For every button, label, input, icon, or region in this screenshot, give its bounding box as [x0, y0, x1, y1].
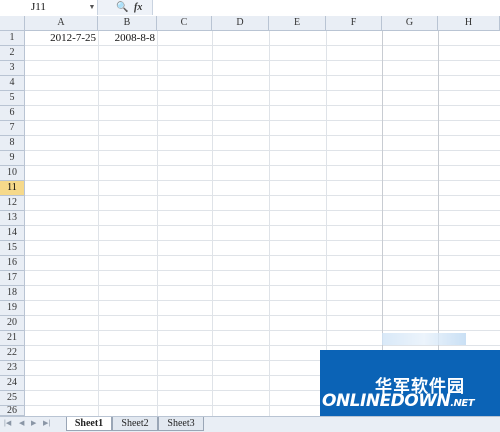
- row-header[interactable]: 7: [0, 121, 25, 136]
- select-all-corner[interactable]: [0, 16, 25, 31]
- row-header[interactable]: 20: [0, 316, 25, 331]
- watermark-suffix: .NET: [450, 398, 475, 409]
- row-header[interactable]: 26: [0, 406, 25, 416]
- row-header[interactable]: 15: [0, 241, 25, 256]
- column-header-c[interactable]: C: [157, 16, 212, 31]
- column-header-a[interactable]: A: [25, 16, 98, 31]
- row-header[interactable]: 22: [0, 346, 25, 361]
- tab-sheet2[interactable]: Sheet2: [112, 417, 158, 431]
- gridline: [98, 31, 99, 416]
- formula-bar: J11 ▼ 🔍 fx: [0, 0, 500, 17]
- row-header[interactable]: 21: [0, 331, 25, 346]
- gridline: [269, 31, 270, 416]
- row-header[interactable]: 10: [0, 166, 25, 181]
- row-header[interactable]: 14: [0, 226, 25, 241]
- zoom-icon[interactable]: 🔍: [116, 1, 128, 14]
- tab-sheet1[interactable]: Sheet1: [66, 417, 112, 431]
- row-header[interactable]: 25: [0, 391, 25, 406]
- row-header[interactable]: 1: [0, 31, 25, 46]
- row-header[interactable]: 12: [0, 196, 25, 211]
- column-header-b[interactable]: B: [98, 16, 157, 31]
- row-header[interactable]: 5: [0, 91, 25, 106]
- first-sheet-icon[interactable]: |◀: [4, 419, 11, 429]
- row-header-active[interactable]: 11: [0, 181, 25, 196]
- watermark-brand-text: ONLINEDOWN: [322, 391, 451, 411]
- row-header[interactable]: 16: [0, 256, 25, 271]
- name-box-dropdown-icon[interactable]: ▼: [87, 0, 97, 15]
- last-sheet-icon[interactable]: ▶|: [43, 419, 50, 429]
- row-header[interactable]: 19: [0, 301, 25, 316]
- row-header[interactable]: 2: [0, 46, 25, 61]
- blurred-region: [382, 333, 466, 345]
- watermark-brand: ONLINEDOWN.NET: [322, 391, 475, 411]
- row-header[interactable]: 4: [0, 76, 25, 91]
- column-header-f[interactable]: F: [326, 16, 382, 31]
- name-box[interactable]: J11: [0, 0, 98, 15]
- formula-input[interactable]: [153, 0, 500, 15]
- column-header-d[interactable]: D: [212, 16, 269, 31]
- row-header[interactable]: 8: [0, 136, 25, 151]
- column-header-e[interactable]: E: [269, 16, 326, 31]
- cell-a1[interactable]: 2012-7-25: [25, 31, 98, 45]
- prev-sheet-icon[interactable]: ◀: [19, 419, 24, 429]
- cell-b1[interactable]: 2008-8-8: [98, 31, 157, 45]
- row-header[interactable]: 9: [0, 151, 25, 166]
- row-header[interactable]: 18: [0, 286, 25, 301]
- gridline: [212, 31, 213, 416]
- next-sheet-icon[interactable]: ▶: [31, 419, 36, 429]
- row-header[interactable]: 13: [0, 211, 25, 226]
- sheet-tab-bar: |◀ ◀ ▶ ▶| Sheet1 Sheet2 Sheet3: [0, 416, 500, 432]
- row-header[interactable]: 6: [0, 106, 25, 121]
- column-header-g[interactable]: G: [382, 16, 438, 31]
- row-header[interactable]: 23: [0, 361, 25, 376]
- column-header-h[interactable]: H: [438, 16, 500, 31]
- tab-sheet3[interactable]: Sheet3: [158, 417, 204, 431]
- row-header[interactable]: 24: [0, 376, 25, 391]
- formula-tools: 🔍 fx: [98, 0, 153, 15]
- row-header[interactable]: 17: [0, 271, 25, 286]
- function-icon[interactable]: fx: [134, 1, 142, 14]
- gridline: [157, 31, 158, 416]
- row-header[interactable]: 3: [0, 61, 25, 76]
